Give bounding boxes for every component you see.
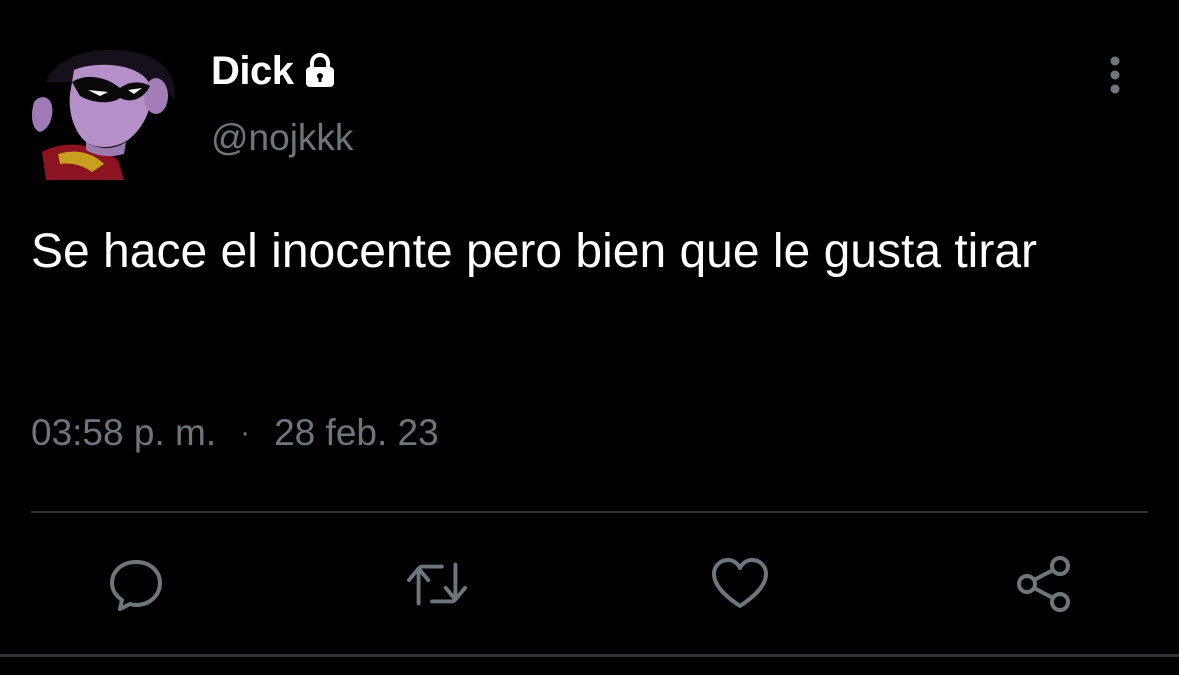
bottom-divider: [0, 654, 1179, 657]
tweet-date: 28 feb. 23: [274, 412, 439, 453]
retweet-icon: [406, 562, 468, 606]
more-vertical-icon[interactable]: [1100, 54, 1130, 96]
retweet-button[interactable]: [405, 552, 469, 616]
meta-separator: ·: [240, 416, 251, 449]
avatar[interactable]: [28, 42, 180, 180]
tweet: Dick @nojkkk Se hace el inocente pero bi…: [0, 0, 1179, 675]
comment-icon: [110, 560, 162, 611]
like-button[interactable]: [708, 552, 772, 616]
avatar-image: [32, 49, 175, 180]
share-icon: [1017, 556, 1070, 612]
lock-icon: [300, 51, 340, 91]
share-button[interactable]: [1012, 552, 1076, 616]
divider: [31, 511, 1148, 513]
reply-button[interactable]: [104, 552, 168, 616]
user-handle[interactable]: @nojkkk: [211, 117, 353, 159]
heart-icon: [712, 558, 768, 608]
tweet-text: Se hace el inocente pero bien que le gus…: [31, 225, 1038, 278]
display-name-row[interactable]: Dick: [211, 46, 340, 96]
tweet-time: 03:58 p. m.: [31, 412, 217, 453]
display-name[interactable]: Dick: [211, 49, 294, 94]
tweet-meta: 03:58 p. m. · 28 feb. 23: [31, 412, 439, 454]
